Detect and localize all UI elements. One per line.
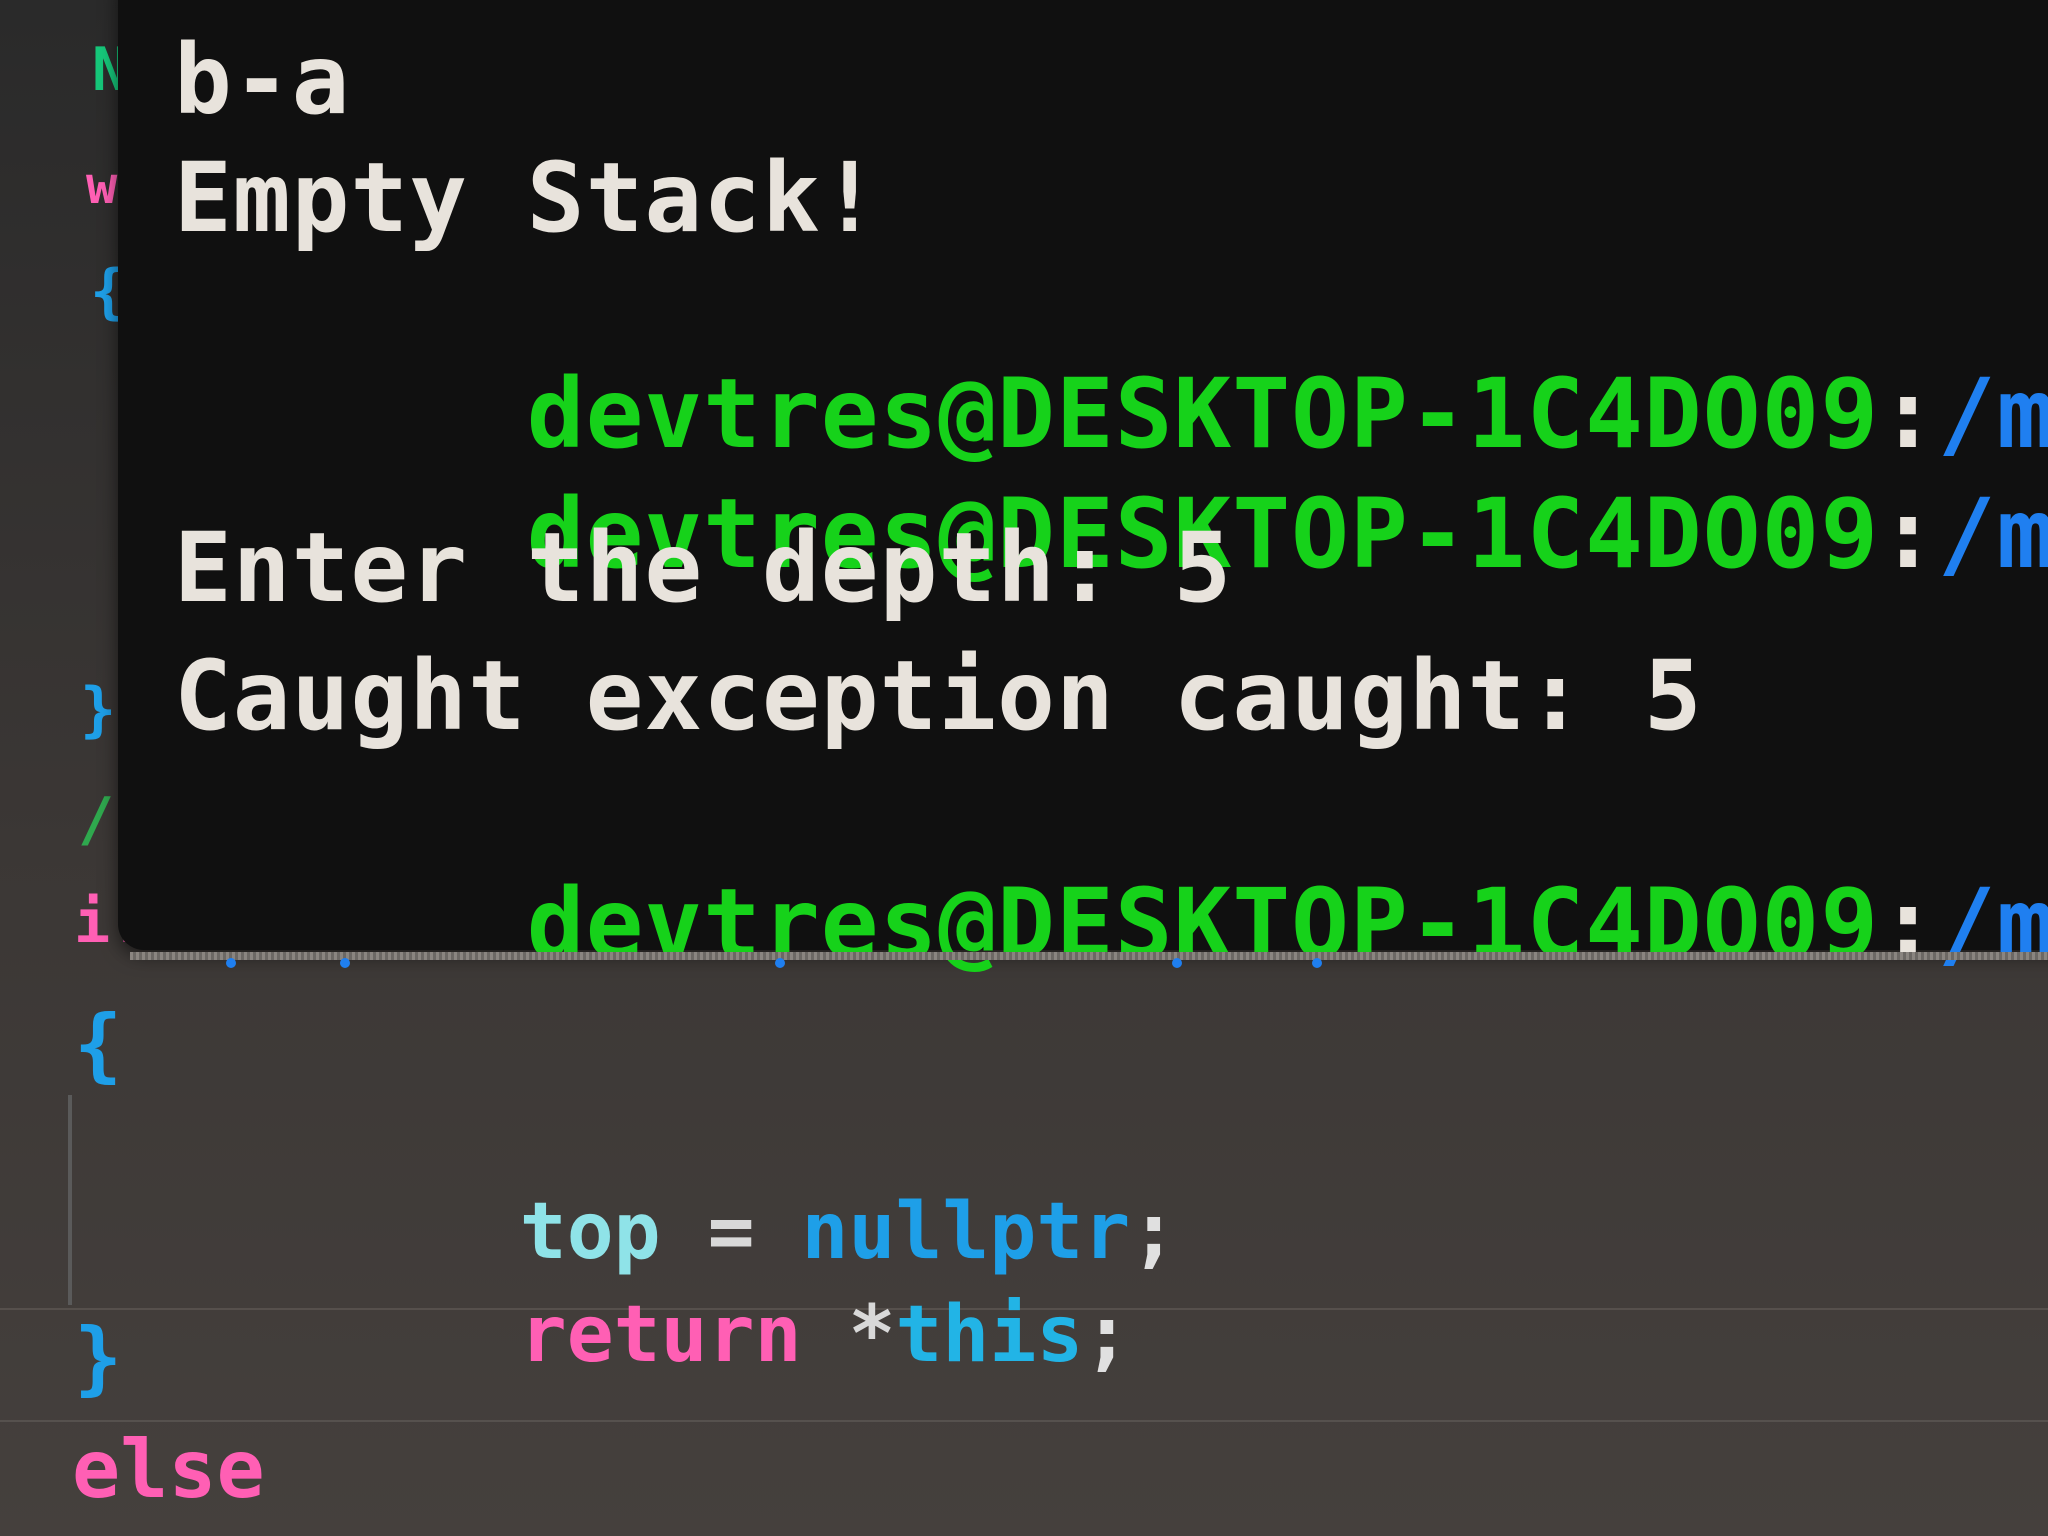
indent-guide	[68, 1095, 72, 1305]
token-operator: *	[848, 1290, 896, 1380]
token-semicolon: ;	[1130, 1187, 1178, 1277]
code-line-return[interactable]: return *this;	[238, 1218, 1131, 1452]
divider-marker	[775, 958, 785, 968]
token-keyword: this	[895, 1290, 1084, 1380]
terminal-output-line: b-a	[174, 24, 351, 136]
prompt-separator: :	[1879, 868, 1938, 980]
block-brace-close: }	[74, 1311, 123, 1404]
token-keyword: return	[519, 1290, 802, 1380]
code-keyword-else[interactable]: else	[72, 1430, 265, 1510]
gutter-brace-close: }	[80, 675, 117, 745]
divider-marker	[1312, 958, 1322, 968]
divider-marker	[1172, 958, 1182, 968]
token-semicolon: ;	[1083, 1290, 1131, 1380]
terminal-output-line: Empty Stack!	[174, 142, 880, 254]
divider-marker	[340, 958, 350, 968]
screen: N w { } / i. { top = nullptr; return *th…	[0, 0, 2048, 1536]
terminal-output-line: Enter the depth: 5	[174, 512, 1233, 624]
terminal-panel[interactable]: b-a Empty Stack! devtres@DESKTOP-1C4DO09…	[118, 0, 2048, 972]
terminal-prompt-line[interactable]: devtres@DESKTOP-1C4DO09:/mnt/c/	[174, 780, 2048, 1068]
prompt-path: /mnt/c/	[1937, 868, 2048, 980]
prompt-path: /mnt/c/	[1937, 478, 2048, 590]
panel-divider[interactable]	[130, 952, 2048, 960]
prompt-user-host: devtres@DESKTOP-1C4DO09	[526, 868, 1880, 980]
divider-marker	[226, 958, 236, 968]
terminal-output-line: Caught exception caught: 5	[174, 640, 1703, 752]
prompt-separator: :	[1879, 478, 1938, 590]
gutter-marker-w: w	[86, 156, 118, 216]
block-brace-open: {	[74, 998, 123, 1091]
gutter-comment-slash: /	[78, 785, 115, 855]
